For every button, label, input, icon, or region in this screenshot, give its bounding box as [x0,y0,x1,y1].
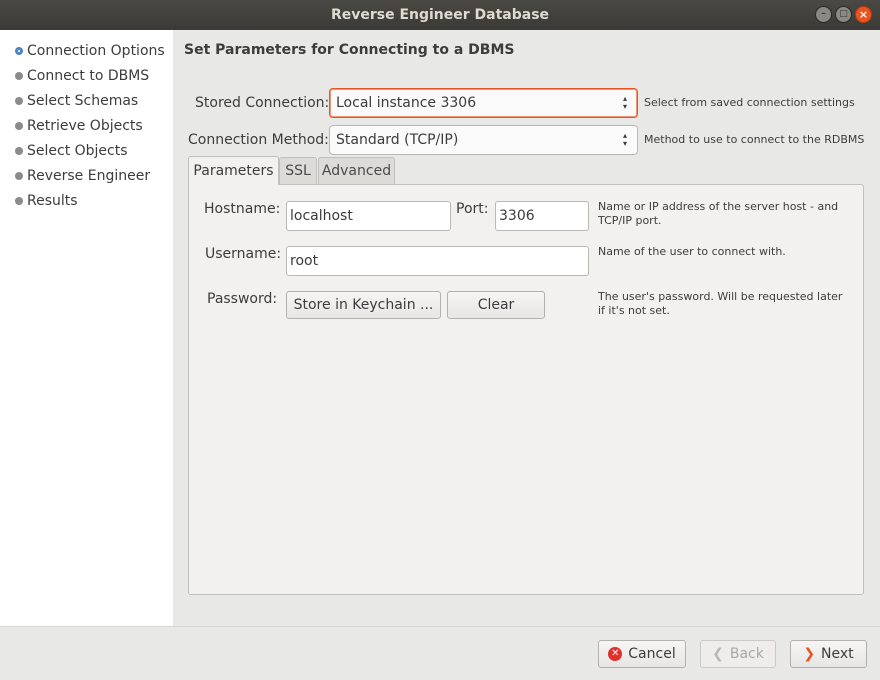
tab-ssl[interactable]: SSL [279,157,317,184]
back-button[interactable]: ❮ Back [700,640,776,668]
step-label: Select Schemas [27,93,139,109]
window-title: Reverse Engineer Database [330,7,550,23]
step-label: Results [27,193,78,209]
step-active-bullet-icon [15,47,23,55]
title-bar: Reverse Engineer Database – □ × [0,0,880,30]
hostname-hint: Name or IP address of the server host - … [598,200,838,228]
window-controls: – □ × [815,6,872,23]
step-connect-to-dbms: Connect to DBMS [15,66,149,86]
password-label: Password: [207,291,278,307]
updown-arrows-icon: ▴ ▾ [622,94,627,111]
updown-arrows-icon: ▴ ▾ [622,131,627,148]
step-connection-options: Connection Options [15,41,165,61]
step-label: Select Objects [27,143,128,159]
stored-connection-hint: Select from saved connection settings [644,96,855,109]
wizard-steps-sidebar: Connection Options Connect to DBMS Selec… [0,30,173,626]
cancel-icon: ✕ [608,647,623,661]
main-panel: Set Parameters for Connecting to a DBMS … [173,30,880,626]
back-label: Back [729,646,764,662]
username-hint: Name of the user to connect with. [598,245,786,258]
hostname-label: Hostname: [204,201,281,217]
parameters-panel: Hostname: localhost Port: 3306 Name or I… [188,184,864,595]
password-hint-line: if it's not set. [598,304,670,317]
hostname-hint-line: Name or IP address of the server host - … [598,200,839,213]
step-select-objects: Select Objects [15,141,128,161]
step-label: Retrieve Objects [27,118,143,134]
password-hint: The user's password. Will be requested l… [598,290,842,318]
username-label: Username: [205,246,282,262]
cancel-label: Cancel [628,646,676,662]
cancel-button[interactable]: ✕ Cancel [598,640,686,668]
hostname-hint-line: TCP/IP port. [598,214,662,227]
stored-connection-value: Local instance 3306 [336,95,477,111]
connection-method-select[interactable]: Standard (TCP/IP) ▴ ▾ [329,125,638,155]
step-retrieve-objects: Retrieve Objects [15,116,143,136]
username-input[interactable]: root [286,246,589,276]
stored-connection-select[interactable]: Local instance 3306 ▴ ▾ [329,88,638,118]
step-label: Connect to DBMS [27,68,150,84]
close-icon[interactable]: × [855,6,872,23]
step-bullet-icon [15,147,23,155]
connection-method-hint: Method to use to connect to the RDBMS [644,133,865,146]
chevron-right-icon: ❯ [803,646,816,662]
next-button[interactable]: ❯ Next [790,640,867,668]
footer-bar: ✕ Cancel ❮ Back ❯ Next [0,627,880,680]
minimize-icon[interactable]: – [815,6,832,23]
tab-parameters[interactable]: Parameters [188,156,279,185]
hostname-input[interactable]: localhost [286,201,451,231]
page-title: Set Parameters for Connecting to a DBMS [184,42,515,58]
port-input[interactable]: 3306 [495,201,589,231]
connection-method-label: Connection Method: [188,132,329,148]
step-bullet-icon [15,122,23,130]
step-select-schemas: Select Schemas [15,91,138,111]
store-in-keychain-button[interactable]: Store in Keychain ... [286,291,441,319]
maximize-icon[interactable]: □ [835,6,852,23]
step-bullet-icon [15,197,23,205]
step-label: Connection Options [27,43,165,59]
stored-connection-label: Stored Connection: [195,95,330,111]
tab-advanced[interactable]: Advanced [318,157,395,184]
step-reverse-engineer: Reverse Engineer [15,166,150,186]
connection-method-value: Standard (TCP/IP) [336,132,459,148]
port-label: Port: [456,201,489,217]
step-label: Reverse Engineer [27,168,151,184]
step-bullet-icon [15,172,23,180]
next-label: Next [821,646,854,662]
password-hint-line: The user's password. Will be requested l… [598,290,843,303]
clear-password-button[interactable]: Clear [447,291,545,319]
step-results: Results [15,191,78,211]
step-bullet-icon [15,72,23,80]
chevron-left-icon: ❮ [712,646,724,662]
step-bullet-icon [15,97,23,105]
